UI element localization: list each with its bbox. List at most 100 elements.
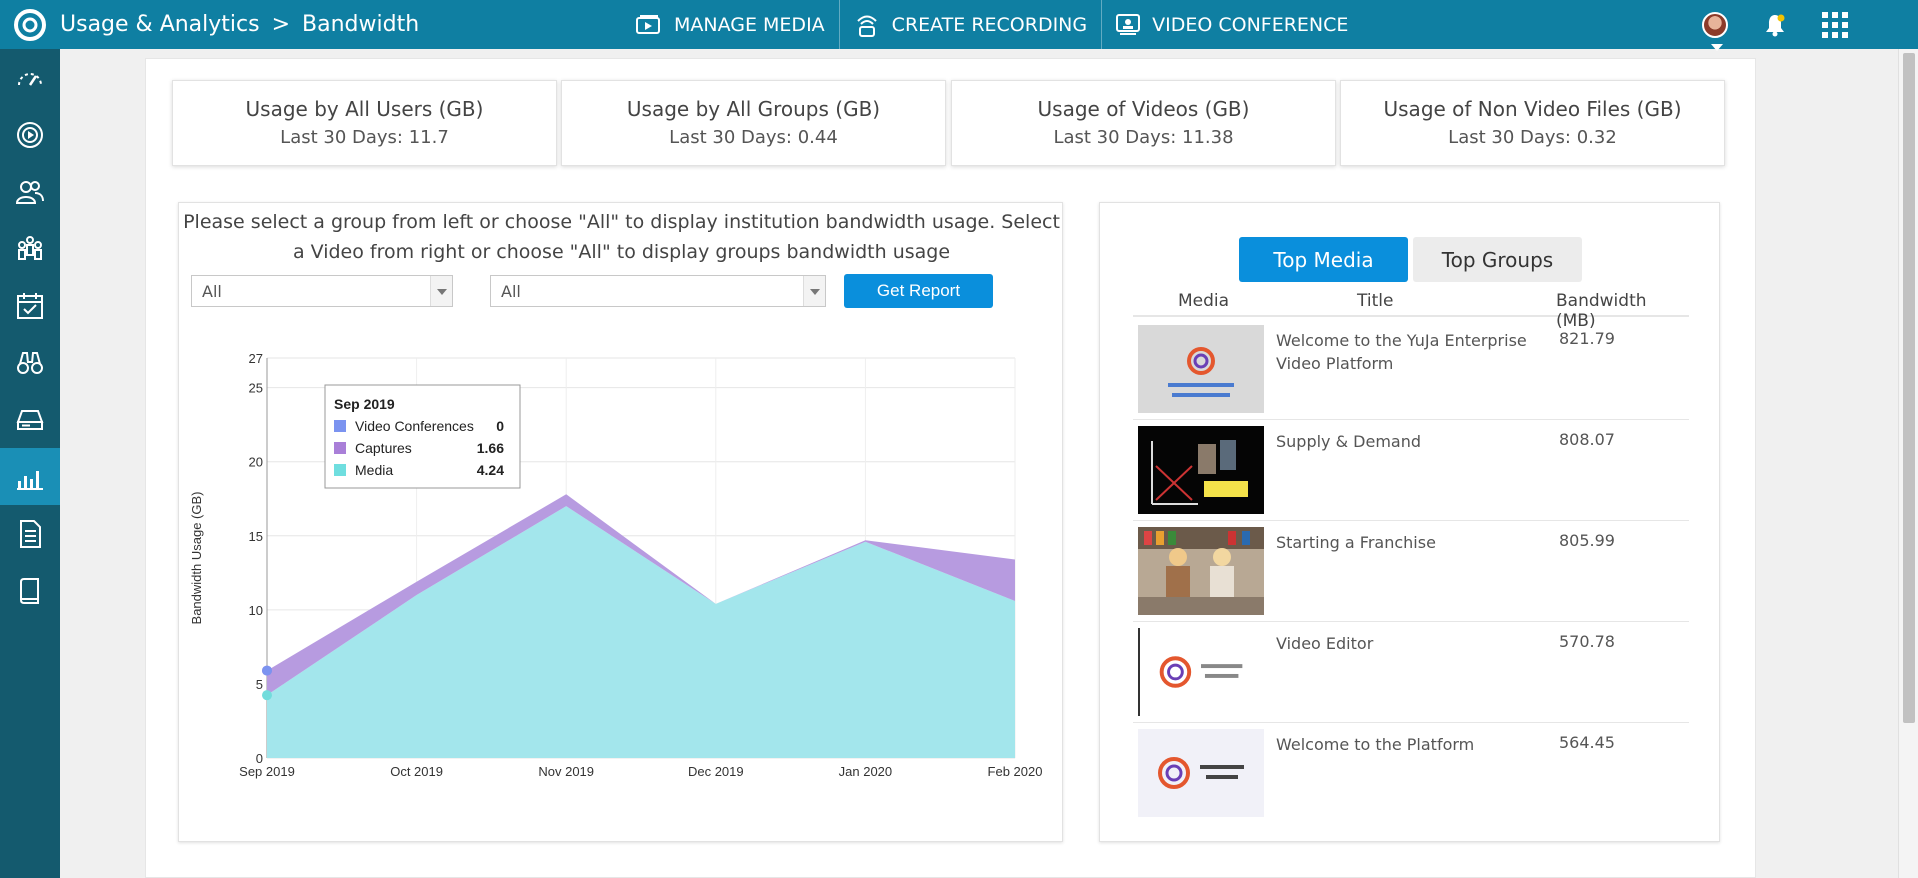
- y-tick-label: 25: [249, 381, 263, 396]
- document-icon: [20, 519, 41, 548]
- chevron-down-icon: [430, 276, 452, 306]
- top-right-actions: [1702, 0, 1848, 51]
- analytics-icon: [17, 470, 43, 490]
- get-report-button[interactable]: Get Report: [844, 274, 993, 308]
- top-media-panel: Top Media Top Groups Media Title Bandwid…: [1099, 202, 1720, 842]
- yuja-logo-icon[interactable]: [0, 0, 60, 49]
- yuja-logo-thumbnail: [1138, 325, 1264, 413]
- franchise-thumbnail: [1138, 527, 1264, 615]
- sidebar-item-media[interactable]: [0, 106, 60, 163]
- media-title[interactable]: Video Editor: [1276, 632, 1551, 655]
- table-row[interactable]: Supply & Demand 808.07: [1133, 420, 1689, 521]
- x-tick-label: Nov 2019: [538, 764, 594, 779]
- media-bandwidth: 821.79: [1559, 329, 1615, 348]
- manage-media-label: MANAGE MEDIA: [674, 13, 825, 36]
- tab-top-groups[interactable]: Top Groups: [1413, 237, 1582, 282]
- tooltip-value: 4.24: [477, 462, 504, 478]
- data-point-marker: [262, 665, 272, 676]
- y-tick-label: 15: [249, 529, 263, 544]
- column-title: Title: [1357, 291, 1394, 311]
- groups-icon: [18, 235, 42, 260]
- tooltip-legend-swatch: [334, 464, 346, 476]
- media-bandwidth: 564.45: [1559, 733, 1615, 752]
- media-bandwidth: 808.07: [1559, 430, 1615, 449]
- video-conference-icon: [1116, 13, 1141, 35]
- tab-top-media[interactable]: Top Media: [1239, 237, 1408, 282]
- media-thumbnail[interactable]: [1138, 325, 1264, 413]
- x-tick-label: Dec 2019: [688, 764, 744, 779]
- table-row[interactable]: Video Editor 570.78: [1133, 622, 1689, 723]
- drive-icon: [16, 409, 44, 430]
- sidebar-item-storage[interactable]: [0, 391, 60, 448]
- summary-title: Usage by All Groups (GB): [626, 97, 881, 121]
- media-thumbnail[interactable]: [1138, 527, 1264, 615]
- tooltip-legend-swatch: [334, 442, 346, 454]
- media-title[interactable]: Starting a Franchise: [1276, 531, 1551, 554]
- tooltip-value: 0: [496, 418, 504, 434]
- bandwidth-area-chart[interactable]: 0 5 10 15 20 25 27 Sep 2019 Oct 2019 Nov 2019 Dec …: [179, 343, 1064, 843]
- breadcrumb-separator: >: [271, 12, 291, 37]
- y-tick-label: 5: [256, 677, 263, 692]
- summary-value: Last 30 Days: 11.7: [280, 127, 449, 148]
- top-bar: Usage & Analytics > Bandwidth MANAGE MED…: [0, 0, 1918, 51]
- summary-card-non-video: Usage of Non Video Files (GB) Last 30 Da…: [1340, 80, 1725, 166]
- sidebar-item-monitor[interactable]: [0, 334, 60, 391]
- video-select-value: All: [501, 282, 521, 301]
- x-tick-label: Sep 2019: [239, 764, 295, 779]
- video-conference-button[interactable]: VIDEO CONFERENCE: [1102, 0, 1362, 49]
- supply-demand-thumbnail: [1138, 426, 1264, 514]
- summary-title: Usage by All Users (GB): [245, 97, 484, 121]
- bandwidth-chart-panel: Please select a group from left or choos…: [178, 202, 1063, 842]
- chevron-down-icon: [1711, 43, 1723, 51]
- manage-media-button[interactable]: MANAGE MEDIA: [622, 0, 840, 49]
- binoculars-icon: [17, 351, 43, 374]
- sidebar-item-groups[interactable]: [0, 220, 60, 277]
- top-nav: MANAGE MEDIA CREATE RECORDING VIDEO CONF…: [622, 0, 1362, 49]
- bell-icon[interactable]: [1764, 13, 1786, 37]
- table-row[interactable]: Starting a Franchise 805.99: [1133, 521, 1689, 622]
- create-recording-label: CREATE RECORDING: [891, 13, 1088, 36]
- video-editor-thumbnail: [1140, 628, 1264, 716]
- media-thumbnail[interactable]: [1138, 426, 1264, 514]
- summary-value: Last 30 Days: 0.32: [1448, 127, 1617, 148]
- page-scrollbar[interactable]: [1898, 49, 1918, 878]
- media-title[interactable]: Welcome to the YuJa Enterprise Video Pla…: [1276, 329, 1551, 375]
- group-select-value: All: [202, 282, 222, 301]
- series-area-media: [267, 506, 1015, 758]
- y-tick-label: 27: [249, 351, 263, 366]
- instructions-text: Please select a group from left or choos…: [183, 211, 1060, 263]
- media-thumbnail[interactable]: [1138, 628, 1264, 716]
- tooltip-legend-swatch: [334, 420, 346, 432]
- media-title[interactable]: Supply & Demand: [1276, 430, 1551, 453]
- avatar[interactable]: [1702, 11, 1728, 51]
- sidebar-item-analytics[interactable]: [0, 448, 60, 505]
- video-select[interactable]: All: [490, 275, 826, 307]
- media-thumbnail[interactable]: [1138, 729, 1264, 817]
- media-bandwidth: 570.78: [1559, 632, 1615, 651]
- x-tick-label: Oct 2019: [390, 764, 443, 779]
- x-tick-label: Jan 2020: [839, 764, 893, 779]
- breadcrumb-bandwidth: Bandwidth: [302, 12, 420, 37]
- scrollbar-thumb[interactable]: [1903, 53, 1915, 723]
- sidebar-item-library[interactable]: [0, 562, 60, 619]
- media-bandwidth: 805.99: [1559, 531, 1615, 550]
- summary-card-videos: Usage of Videos (GB) Last 30 Days: 11.38: [951, 80, 1336, 166]
- table-row[interactable]: Welcome to the YuJa Enterprise Video Pla…: [1133, 319, 1689, 420]
- breadcrumb-usage-analytics[interactable]: Usage & Analytics: [60, 12, 260, 37]
- calendar-icon: [17, 292, 43, 319]
- chevron-down-icon: [803, 276, 825, 306]
- sidebar-item-schedule[interactable]: [0, 277, 60, 334]
- breadcrumb: Usage & Analytics > Bandwidth: [60, 12, 419, 37]
- sidebar-item-dashboard[interactable]: [0, 49, 60, 106]
- tooltip-value: 1.66: [477, 440, 504, 456]
- summary-value: Last 30 Days: 11.38: [1053, 127, 1234, 148]
- tooltip-label: Captures: [355, 440, 412, 456]
- apps-grid-icon[interactable]: [1822, 11, 1848, 38]
- group-select[interactable]: All: [191, 275, 453, 307]
- create-recording-button[interactable]: CREATE RECORDING: [840, 0, 1103, 49]
- media-title[interactable]: Welcome to the Platform: [1276, 733, 1551, 756]
- y-axis-label: Bandwidth Usage (GB): [189, 492, 204, 625]
- table-row[interactable]: Welcome to the Platform 564.45: [1133, 723, 1689, 824]
- sidebar-item-reports[interactable]: [0, 505, 60, 562]
- sidebar-item-users[interactable]: [0, 163, 60, 220]
